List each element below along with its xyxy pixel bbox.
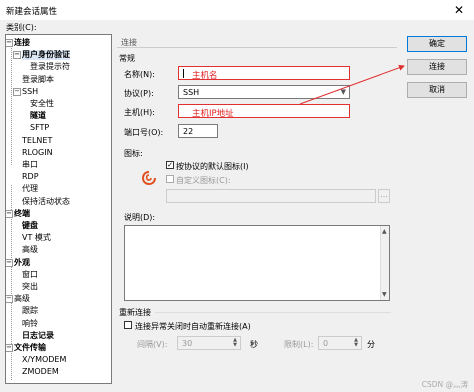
annotation-arrow (299, 64, 405, 105)
watermark: CSDN @灬涛 (421, 380, 468, 389)
